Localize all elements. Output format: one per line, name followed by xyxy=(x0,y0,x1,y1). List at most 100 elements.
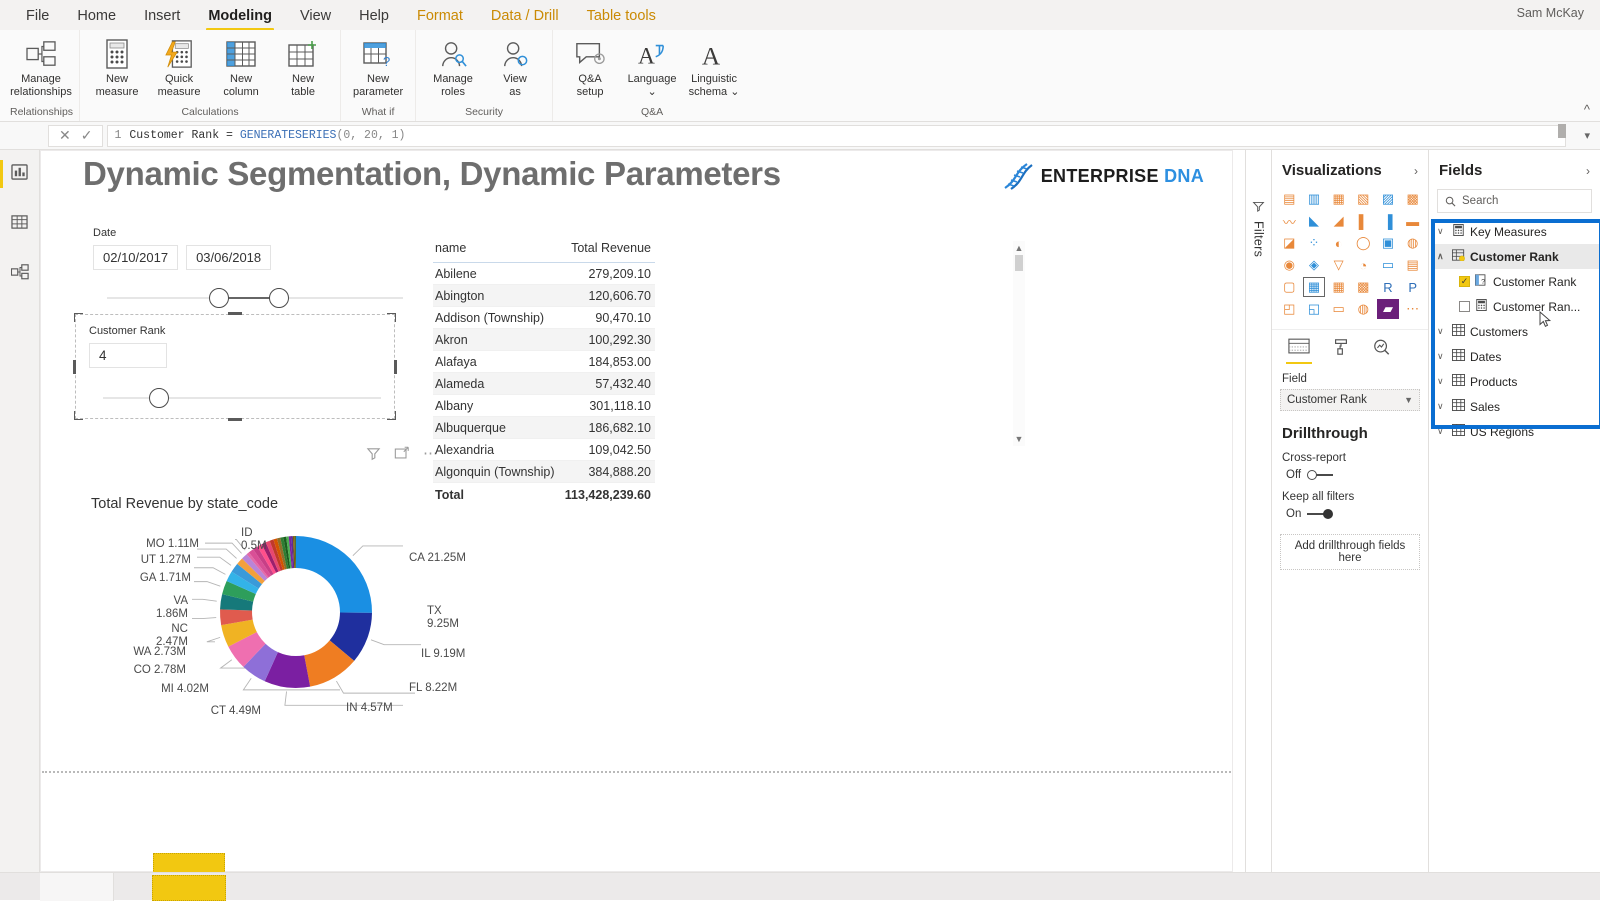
field-item-customer-rank[interactable]: ✓? Customer Rank xyxy=(1433,269,1600,294)
drillthrough-drop-zone[interactable]: Add drillthrough fields here xyxy=(1280,534,1420,570)
ribbon-tab-modeling[interactable]: Modeling xyxy=(194,5,286,31)
manage-relationships-button[interactable]: Manage relationships xyxy=(10,35,72,100)
table-row[interactable]: Alameda 57,432.40 xyxy=(433,372,655,395)
line-clustered-column-icon[interactable]: ▐ xyxy=(1377,211,1400,231)
date-slicer[interactable]: Date 02/10/2017 03/06/2018 xyxy=(93,227,403,308)
field-item-us-regions[interactable]: ∨ US Regions xyxy=(1433,419,1600,444)
line-chart-icon[interactable]: 〰 xyxy=(1278,211,1301,231)
model-view[interactable] xyxy=(0,258,40,290)
area-chart-icon[interactable]: ◣ xyxy=(1303,211,1326,231)
donut-chart-visual[interactable]: Total Revenue by state_code CA 21.25M TX 9… xyxy=(91,496,651,726)
focus-mode-icon[interactable] xyxy=(394,446,410,461)
revenue-table-visual[interactable]: name Total Revenue Abilene 279,209.10 Abin… xyxy=(433,237,1025,506)
chevron-toggle-icon[interactable]: ∨ xyxy=(1437,376,1447,387)
funnel-icon[interactable]: ▽ xyxy=(1327,255,1350,275)
key-influencers-icon[interactable]: ◱ xyxy=(1303,299,1326,319)
field-checkbox[interactable] xyxy=(1459,301,1470,312)
treemap-icon[interactable]: ▣ xyxy=(1377,233,1400,253)
cross-report-toggle[interactable]: Off xyxy=(1272,466,1428,487)
new-parameter-button[interactable]: ? New parameter xyxy=(347,35,409,100)
field-item-products[interactable]: ∨ Products xyxy=(1433,369,1600,394)
resize-handle-bottom[interactable] xyxy=(228,418,242,421)
stacked-bar-chart-icon[interactable]: ▤ xyxy=(1278,189,1301,209)
table-row[interactable]: Abilene 279,209.10 xyxy=(433,262,655,285)
ribbon-tab-home[interactable]: Home xyxy=(63,5,130,30)
ribbon-collapse-icon[interactable]: ^ xyxy=(1584,102,1590,117)
resize-handle-left[interactable] xyxy=(73,359,76,374)
shape-map-icon[interactable]: ◈ xyxy=(1303,255,1326,275)
fields-search-input[interactable]: Search xyxy=(1437,189,1592,213)
resize-handle-top[interactable] xyxy=(228,312,242,315)
100-stacked-bar-chart-icon[interactable]: ▨ xyxy=(1377,189,1400,209)
toggle-switch-on[interactable] xyxy=(1307,509,1334,519)
check-icon[interactable]: ✓ xyxy=(81,127,93,144)
new-column-button[interactable]: New column xyxy=(210,35,272,100)
multi-row-card-icon[interactable]: ▤ xyxy=(1401,255,1424,275)
chevron-toggle-icon[interactable]: ∨ xyxy=(1437,426,1447,437)
resize-handle-top-left[interactable] xyxy=(74,313,83,322)
page-tab-active-stub[interactable] xyxy=(153,853,225,872)
arcgis-maps-icon[interactable]: ◍ xyxy=(1352,299,1375,319)
slicer-icon[interactable]: ▦ xyxy=(1302,277,1326,297)
formula-bar-resize-handle[interactable] xyxy=(1558,124,1566,138)
stacked-column-chart-icon[interactable]: ▥ xyxy=(1303,189,1326,209)
more-visuals-icon[interactable]: ⋯ xyxy=(1401,299,1424,319)
new-table-button[interactable]: New table xyxy=(272,35,334,100)
filled-map-icon[interactable]: ◉ xyxy=(1278,255,1301,275)
100-stacked-column-chart-icon[interactable]: ▩ xyxy=(1401,189,1424,209)
ribbon-tab-format[interactable]: Format xyxy=(403,5,477,30)
column-header-total-revenue[interactable]: Total Revenue xyxy=(561,237,655,263)
fields-well-icon[interactable] xyxy=(1286,338,1312,364)
toggle-switch-off[interactable] xyxy=(1307,470,1334,480)
column-header-name[interactable]: name xyxy=(433,237,562,263)
field-item-customer-ran[interactable]: Customer Ran... xyxy=(1433,294,1600,319)
chevron-toggle-icon[interactable]: ∨ xyxy=(1437,326,1447,337)
chevron-down-icon[interactable]: ▼ xyxy=(1015,434,1024,444)
filter-expand-icon[interactable] xyxy=(1252,200,1265,213)
matrix-icon[interactable]: ▩ xyxy=(1352,277,1375,297)
resize-handle-bottom-right[interactable] xyxy=(387,411,396,420)
ribbon-chart-icon[interactable]: ▬ xyxy=(1401,211,1424,231)
clustered-bar-chart-icon[interactable]: ▦ xyxy=(1327,189,1350,209)
magnifier-chart-icon[interactable] xyxy=(1372,338,1391,364)
field-item-sales[interactable]: ∨ Sales xyxy=(1433,394,1600,419)
new-measure-button[interactable]: New measure xyxy=(86,35,148,100)
ribbon-tab-data-drill[interactable]: Data / Drill xyxy=(477,5,573,30)
rank-slider[interactable] xyxy=(89,388,381,408)
keep-all-filters-toggle[interactable]: On xyxy=(1272,505,1428,526)
ribbon-tab-table-tools[interactable]: Table tools xyxy=(573,5,670,30)
manage-roles-button[interactable]: Manage roles xyxy=(422,35,484,100)
donut-chart-icon[interactable]: ◯ xyxy=(1352,233,1375,253)
ribbon-tab-view[interactable]: View xyxy=(286,5,345,30)
chevron-toggle-icon[interactable]: ∨ xyxy=(1437,351,1447,362)
customer-rank-slicer[interactable]: Customer Rank 4 xyxy=(73,312,397,421)
chevron-toggle-icon[interactable]: ∨ xyxy=(1437,226,1447,237)
kpi-icon[interactable]: ▢ xyxy=(1278,277,1301,297)
field-checkbox[interactable]: ✓ xyxy=(1459,276,1470,287)
paint-roller-icon[interactable] xyxy=(1332,338,1350,364)
date-start-input[interactable]: 02/10/2017 xyxy=(93,245,179,270)
field-item-key-measures[interactable]: ∨ Key Measures xyxy=(1433,219,1600,244)
table-row[interactable]: Albany 301,118.10 xyxy=(433,394,655,417)
ribbon-tab-file[interactable]: File xyxy=(12,5,63,30)
data-view[interactable] xyxy=(0,208,40,240)
table-row[interactable]: Alafaya 184,853.00 xyxy=(433,350,655,373)
table-row[interactable]: Abington 120,606.70 xyxy=(433,284,655,307)
field-item-dates[interactable]: ∨ Dates xyxy=(1433,344,1600,369)
field-well-customer-rank[interactable]: Customer Rank ▼ xyxy=(1280,389,1420,411)
stacked-area-chart-icon[interactable]: ◢ xyxy=(1327,211,1350,231)
view-as-button[interactable]: View as xyxy=(484,35,546,100)
field-item-customers[interactable]: ∨ Customers xyxy=(1433,319,1600,344)
ribbon-tab-insert[interactable]: Insert xyxy=(130,5,194,30)
filters-pane-collapsed[interactable]: Filters xyxy=(1245,150,1271,872)
date-range-slider[interactable] xyxy=(93,288,403,308)
table-row[interactable]: Alexandria 109,042.50 xyxy=(433,438,655,461)
close-icon[interactable]: ✕ xyxy=(59,127,71,144)
chevron-down-icon[interactable]: ▼ xyxy=(1404,395,1413,405)
resize-handle-top-right[interactable] xyxy=(387,313,396,322)
table-row[interactable]: Akron 100,292.30 xyxy=(433,328,655,351)
chevron-up-icon[interactable]: ▲ xyxy=(1015,243,1024,253)
q-a-setup-button[interactable]: Q&A setup xyxy=(559,35,621,100)
filter-icon[interactable] xyxy=(366,446,381,461)
table-row[interactable]: Albuquerque 186,682.10 xyxy=(433,416,655,439)
